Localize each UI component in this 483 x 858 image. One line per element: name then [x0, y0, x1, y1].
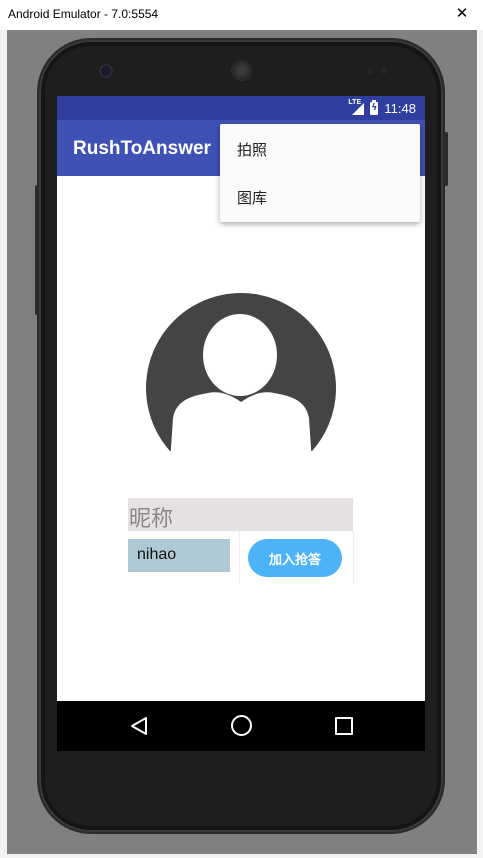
window-titlebar: Android Emulator - 7.0:5554 ✕ [0, 0, 483, 31]
overflow-menu: 拍照 图库 [220, 124, 420, 222]
divider [239, 531, 240, 583]
lte-signal-icon: LTE [348, 99, 365, 115]
menu-item-gallery[interactable]: 图库 [220, 174, 420, 222]
nickname-label: 昵称 [128, 498, 353, 532]
status-bar: LTE ϟ 11:48 [57, 96, 425, 120]
recent-apps-icon[interactable] [335, 717, 353, 735]
nickname-input[interactable]: nihao [128, 539, 230, 572]
front-camera [101, 66, 111, 76]
battery-charging-icon: ϟ [370, 99, 379, 115]
join-quiz-button[interactable]: 加入抢答 [248, 539, 342, 577]
earpiece-speaker [232, 61, 251, 80]
app-title: RushToAnswer [73, 138, 211, 159]
window-border-bottom [0, 854, 483, 858]
window-title: Android Emulator - 7.0:5554 [8, 7, 159, 21]
status-time: 11:48 [384, 100, 416, 116]
window-border-right [477, 30, 483, 858]
power-button[interactable] [443, 132, 448, 186]
back-icon[interactable] [130, 716, 148, 736]
window-border-left [0, 30, 7, 858]
close-icon[interactable]: ✕ [447, 0, 477, 26]
divider [353, 531, 354, 583]
phone-screen: LTE ϟ 11:48 RushToAnswer 昵称 nihao 加入抢答 拍… [57, 96, 425, 751]
avatar-image[interactable] [146, 293, 336, 453]
home-icon[interactable] [231, 715, 252, 736]
proximity-sensor [367, 68, 373, 74]
navigation-bar [57, 701, 425, 751]
menu-item-take-photo[interactable]: 拍照 [220, 126, 420, 174]
light-sensor [381, 68, 387, 74]
